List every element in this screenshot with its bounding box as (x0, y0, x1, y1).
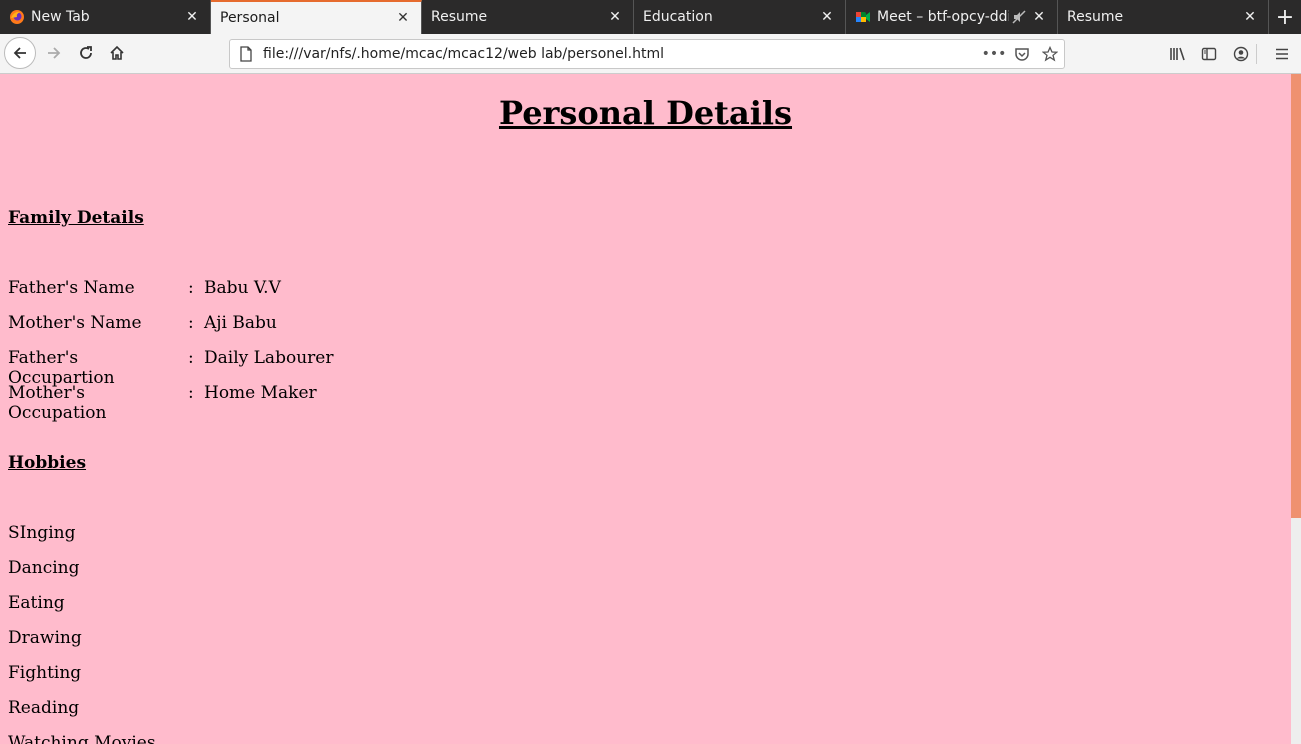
google-meet-icon (855, 9, 871, 25)
tab-resume-2[interactable]: Resume ✕ (1058, 0, 1269, 34)
vertical-scrollbar[interactable] (1291, 74, 1301, 744)
family-row: Father's Name : Babu V.V (8, 278, 281, 298)
url-text[interactable]: file:///var/nfs/.home/mcac/mcac12/web la… (263, 46, 980, 62)
page-title: Personal Details (498, 94, 793, 132)
back-button[interactable] (4, 37, 36, 69)
pocket-icon[interactable] (1008, 40, 1036, 68)
hobby-item: Drawing (8, 628, 82, 648)
account-icon (1233, 46, 1249, 62)
family-row: Mother's Occupation : Home Maker (8, 383, 317, 423)
tab-title: Personal (220, 10, 280, 26)
close-tab-icon[interactable]: ✕ (1029, 7, 1049, 27)
bookmark-star-icon[interactable] (1036, 40, 1064, 68)
tab-title: Resume (431, 9, 488, 25)
navigation-bar: file:///var/nfs/.home/mcac/mcac12/web la… (0, 34, 1301, 74)
close-tab-icon[interactable]: ✕ (817, 7, 837, 27)
hobby-item: Reading (8, 698, 80, 718)
reload-icon (80, 46, 92, 59)
firefox-icon (9, 9, 25, 25)
hobbies-heading: Hobbies (8, 453, 87, 473)
menu-button[interactable] (1267, 39, 1297, 69)
tab-title: Education (643, 9, 713, 25)
tab-strip: New Tab ✕ Personal ✕ Resume ✕ Education … (0, 0, 1301, 34)
hamburger-menu-icon (1276, 48, 1288, 60)
hobby-item: SInging (8, 523, 76, 543)
scrollbar-thumb[interactable] (1291, 74, 1301, 518)
tab-resume[interactable]: Resume ✕ (422, 0, 634, 34)
sidebar-button[interactable] (1194, 39, 1224, 69)
forward-button[interactable] (38, 37, 70, 69)
tab-title: Meet – btf-opcy-ddi (877, 9, 1009, 25)
row-value: Babu V.V (204, 278, 281, 298)
row-value: Home Maker (204, 383, 317, 403)
row-value: Daily Labourer (204, 348, 334, 368)
page-icon (238, 46, 254, 62)
home-icon (110, 45, 124, 60)
hobby-item: Fighting (8, 663, 82, 683)
tab-education[interactable]: Education ✕ (634, 0, 846, 34)
row-separator: : (188, 313, 194, 333)
family-details-heading: Family Details (8, 208, 144, 228)
tab-new-tab[interactable]: New Tab ✕ (0, 0, 211, 34)
row-separator: : (188, 383, 194, 403)
close-tab-icon[interactable]: ✕ (182, 7, 202, 27)
close-tab-icon[interactable]: ✕ (393, 8, 413, 28)
arrow-left-icon (13, 47, 26, 59)
family-row: Father's Occupartion : Daily Labourer (8, 348, 333, 388)
hobby-item: Dancing (8, 558, 80, 578)
page-content: Personal Details Family Details Father's… (0, 74, 1291, 744)
page-actions-icon[interactable]: ••• (980, 40, 1008, 68)
row-separator: : (188, 348, 194, 368)
hobby-item: Watching Movies (8, 733, 156, 744)
tab-title: New Tab (31, 9, 90, 25)
row-label: Father's Name (8, 278, 135, 298)
library-icon (1170, 47, 1185, 61)
tab-meet[interactable]: Meet – btf-opcy-ddi ✕ (846, 0, 1058, 34)
row-separator: : (188, 278, 194, 298)
close-tab-icon[interactable]: ✕ (605, 7, 625, 27)
arrow-right-icon (48, 47, 61, 59)
tab-title: Resume (1067, 9, 1124, 25)
row-label: Father's Occupartion (8, 348, 115, 388)
hobby-item: Eating (8, 593, 65, 613)
family-row: Mother's Name : Aji Babu (8, 313, 277, 333)
home-button[interactable] (101, 37, 133, 69)
url-bar[interactable]: file:///var/nfs/.home/mcac/mcac12/web la… (229, 39, 1065, 69)
tab-personal[interactable]: Personal ✕ (211, 0, 422, 34)
row-value: Aji Babu (204, 313, 277, 333)
close-tab-icon[interactable]: ✕ (1240, 7, 1260, 27)
library-button[interactable] (1163, 39, 1193, 69)
muted-icon[interactable] (1009, 7, 1029, 27)
row-label: Mother's Occupation (8, 383, 107, 423)
new-tab-button[interactable]: + (1269, 0, 1301, 34)
reload-button[interactable] (70, 37, 102, 69)
row-label: Mother's Name (8, 313, 142, 333)
toolbar-separator (1256, 44, 1257, 64)
account-button[interactable] (1226, 39, 1256, 69)
sidebar-icon (1201, 47, 1217, 61)
